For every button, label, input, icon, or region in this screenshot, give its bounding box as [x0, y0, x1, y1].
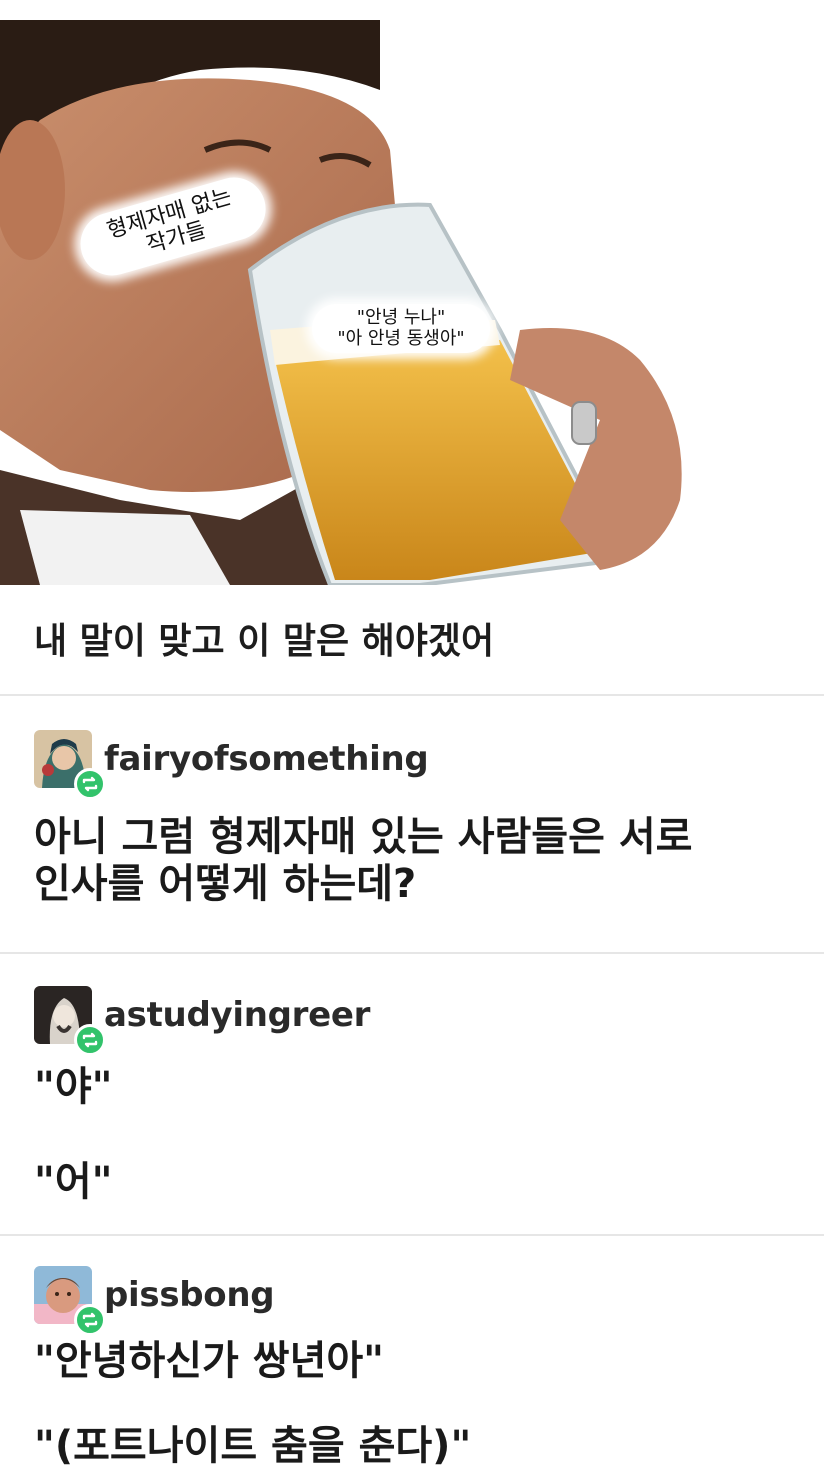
post-3-body: "안녕하신가 쌍년아" "(포트나이트 춤을 춘다)" — [34, 1338, 471, 1470]
post-1-body: 아니 그럼 형제자매 있는 사람들은 서로 인사를 어떻게 하는데? — [34, 814, 692, 908]
post-2-line-2: "어" — [34, 1159, 113, 1206]
post-2-line-1: "야" — [34, 1064, 113, 1110]
bubble-text-greeting: "안녕 누나" "아 안녕 동생아" — [337, 307, 465, 349]
reblog-icon — [74, 1304, 106, 1336]
username[interactable]: pissbong — [104, 1275, 275, 1315]
post-1-author[interactable]: fairyofsomething — [34, 730, 429, 800]
post-1-line-1: 아니 그럼 형제자매 있는 사람들은 서로 — [34, 814, 693, 860]
post-1-line-2: 인사를 어떻게 하는데? — [34, 861, 417, 908]
speech-bubble-greeting: "안녕 누나" "아 안녕 동생아" — [312, 304, 490, 354]
post-2-author[interactable]: astudyingreer — [34, 986, 370, 1056]
avatar[interactable] — [34, 730, 106, 800]
man-drinking-beer-illustration — [0, 20, 682, 585]
avatar[interactable] — [34, 1266, 106, 1336]
post-2-body: "야" "어" — [34, 1064, 112, 1206]
username[interactable]: astudyingreer — [104, 995, 370, 1035]
post-3-line-1: "안녕하신가 쌍년아" — [34, 1338, 385, 1384]
reblog-icon — [74, 1024, 106, 1056]
post-3-line-2: "(포트나이트 춤을 춘다)" — [34, 1423, 472, 1470]
post-3-author[interactable]: pissbong — [34, 1266, 275, 1336]
avatar[interactable] — [34, 986, 106, 1056]
post-caption: 내 말이 맞고 이 말은 해야겠어 — [34, 621, 495, 662]
meme-image: 형제자매 없는 작가들 "안녕 누나" "아 안녕 동생아" — [0, 0, 824, 585]
username[interactable]: fairyofsomething — [104, 739, 429, 779]
reblog-icon — [74, 768, 106, 800]
